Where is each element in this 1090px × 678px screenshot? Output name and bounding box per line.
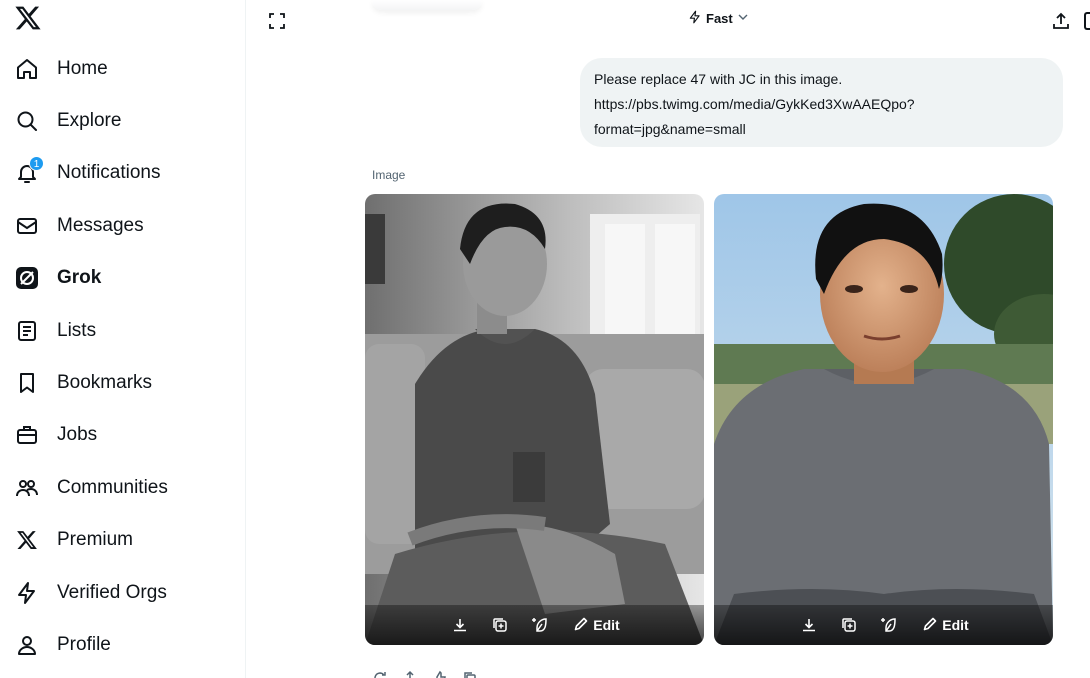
thumbs-up-icon[interactable]	[432, 670, 448, 678]
sidebar-item-label: Verified Orgs	[57, 582, 167, 603]
sidebar-item-label: Jobs	[57, 424, 98, 445]
sidebar-item-notifications[interactable]: 1 Notifications	[0, 151, 161, 195]
sidebar-toggle-icon[interactable]	[1084, 12, 1090, 30]
make-video-icon[interactable]	[529, 614, 551, 636]
user-message-bubble: Please replace 47 with JC in this image.…	[580, 58, 1063, 147]
x-logo-icon	[14, 527, 40, 553]
sidebar: Home Explore 1 Notifications Messages Gr…	[0, 0, 246, 678]
sidebar-item-verified-orgs[interactable]: Verified Orgs	[0, 571, 167, 615]
share-icon[interactable]	[1052, 12, 1070, 30]
bell-icon: 1	[14, 156, 44, 186]
grok-icon	[14, 265, 40, 291]
briefcase-icon	[14, 422, 40, 448]
sidebar-item-label: Explore	[57, 110, 122, 131]
sidebar-item-label: Lists	[57, 320, 97, 341]
notification-badge: 1	[29, 156, 44, 171]
pencil-icon	[922, 616, 938, 635]
lightning-icon	[688, 10, 702, 27]
model-selector[interactable]: Fast	[688, 10, 749, 27]
generated-photo-bw	[365, 194, 704, 645]
home-icon	[14, 56, 40, 82]
regenerate-icon[interactable]	[372, 670, 388, 678]
pencil-icon	[573, 616, 589, 635]
x-logo-icon[interactable]	[14, 4, 42, 32]
people-icon	[14, 475, 40, 501]
generated-photo-color	[714, 194, 1053, 645]
download-icon[interactable]	[449, 614, 471, 636]
sidebar-item-label: Messages	[57, 215, 144, 236]
edit-label: Edit	[593, 617, 620, 633]
chevron-down-icon	[737, 11, 749, 26]
edit-label: Edit	[942, 617, 969, 633]
sidebar-item-communities[interactable]: Communities	[0, 466, 168, 510]
sidebar-item-label: Bookmarks	[57, 372, 153, 393]
sidebar-item-label: Notifications	[57, 162, 161, 183]
response-actions	[372, 670, 478, 678]
share-icon[interactable]	[402, 670, 418, 678]
sidebar-item-messages[interactable]: Messages	[0, 204, 144, 248]
sidebar-item-label: Grok	[57, 267, 102, 288]
person-icon	[14, 632, 40, 658]
generated-image-2[interactable]: Edit	[714, 194, 1053, 645]
sidebar-item-jobs[interactable]: Jobs	[0, 413, 97, 457]
sidebar-item-lists[interactable]: Lists	[0, 309, 96, 353]
make-video-icon[interactable]	[878, 614, 900, 636]
generated-image-1[interactable]: Edit	[365, 194, 704, 645]
sidebar-item-profile[interactable]: Profile	[0, 623, 111, 667]
sidebar-item-bookmarks[interactable]: Bookmarks	[0, 361, 152, 405]
image-toolbar: Edit	[365, 605, 704, 645]
sidebar-item-label: Profile	[57, 634, 111, 655]
image-toolbar: Edit	[714, 605, 1053, 645]
mail-icon	[14, 213, 40, 239]
model-label: Fast	[706, 11, 733, 26]
copy-icon[interactable]	[462, 670, 478, 678]
image-section-label: Image	[372, 168, 406, 182]
list-icon	[14, 318, 40, 344]
message-line: format=jpg&name=small	[594, 121, 746, 137]
bookmark-icon	[14, 370, 40, 396]
sidebar-item-label: Home	[57, 58, 108, 79]
search-icon	[14, 108, 40, 134]
download-icon[interactable]	[798, 614, 820, 636]
sidebar-item-explore[interactable]: Explore	[0, 99, 121, 143]
sidebar-item-premium[interactable]: Premium	[0, 518, 133, 562]
sidebar-item-label: Communities	[57, 477, 168, 498]
copy-icon[interactable]	[838, 614, 860, 636]
edit-image-button[interactable]: Edit	[922, 616, 969, 635]
lightning-icon	[14, 580, 40, 606]
expand-icon[interactable]	[268, 12, 286, 30]
previous-message-edge	[372, 0, 482, 10]
message-line: https://pbs.twimg.com/media/GykKed3XwAAE…	[594, 96, 915, 112]
sidebar-item-label: Premium	[57, 529, 134, 550]
sidebar-item-home[interactable]: Home	[0, 47, 108, 91]
sidebar-item-grok[interactable]: Grok	[0, 256, 101, 300]
message-line: Please replace 47 with JC in this image.	[594, 71, 843, 87]
copy-icon[interactable]	[489, 614, 511, 636]
edit-image-button[interactable]: Edit	[573, 616, 620, 635]
